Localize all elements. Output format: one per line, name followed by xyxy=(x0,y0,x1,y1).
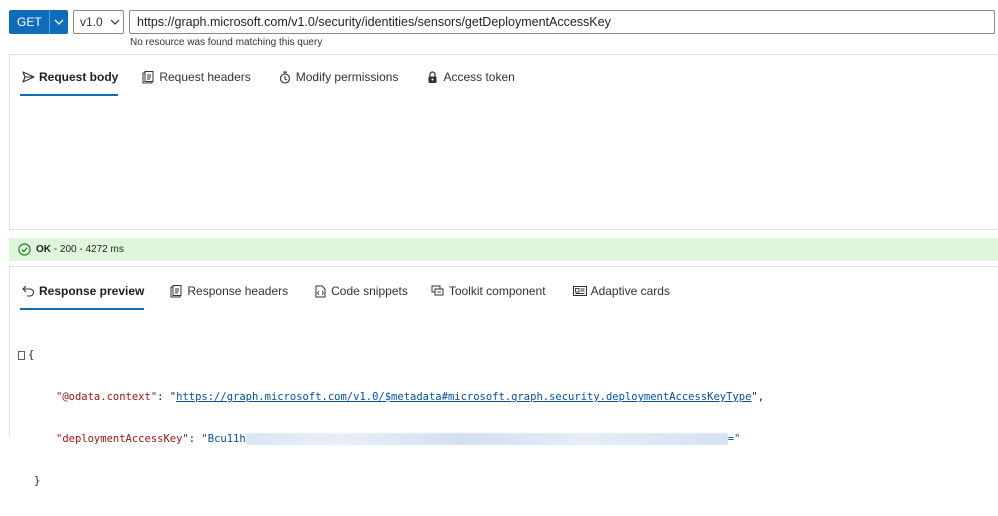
request-panel: Request body Request headers Modify perm… xyxy=(9,54,998,230)
success-check-icon xyxy=(18,243,31,256)
json-value-odata-context[interactable]: https://graph.microsoft.com/v1.0/$metada… xyxy=(176,390,751,404)
card-icon xyxy=(572,284,588,298)
tab-label: Response headers xyxy=(187,284,289,298)
url-hint-text: No resource was found matching this quer… xyxy=(130,37,323,48)
lock-icon xyxy=(424,70,440,84)
fold-toggle[interactable] xyxy=(18,350,25,360)
tab-label: Access token xyxy=(443,70,515,84)
response-panel: Response preview Response headers Code s… xyxy=(9,266,998,487)
tab-label: Toolkit component xyxy=(448,284,546,298)
permissions-icon xyxy=(277,70,293,84)
version-label: v1.0 xyxy=(80,15,103,29)
json-key-deployment-access-key: "deploymentAccessKey" xyxy=(56,433,189,445)
json-value-deployment-access-key-start: "Bcu11h xyxy=(201,433,246,445)
json-close-brace: } xyxy=(34,475,41,487)
json-open-brace: { xyxy=(28,349,35,361)
undo-icon xyxy=(20,284,36,298)
response-tabs: Response preview Response headers Code s… xyxy=(20,282,670,310)
tab-modify-permissions[interactable]: Modify permissions xyxy=(277,68,399,86)
headers-icon xyxy=(168,284,184,298)
tab-response-headers[interactable]: Response headers xyxy=(168,282,288,300)
chevron-down-icon xyxy=(106,19,123,25)
url-input[interactable] xyxy=(129,10,995,34)
status-detail: - 200 - 4272 ms xyxy=(53,244,124,255)
tab-code-snippets[interactable]: Code snippets xyxy=(312,282,408,300)
tab-label: Code snippets xyxy=(331,284,408,298)
request-tabs: Request body Request headers Modify perm… xyxy=(20,68,515,96)
send-icon xyxy=(20,70,36,84)
tab-response-preview[interactable]: Response preview xyxy=(20,282,145,310)
toolkit-icon xyxy=(430,284,446,298)
status-bar: OK - 200 - 4272 ms xyxy=(9,238,998,261)
tab-label: Request headers xyxy=(159,70,251,84)
tab-request-body[interactable]: Request body xyxy=(20,68,119,96)
version-dropdown[interactable]: v1.0 xyxy=(73,10,124,34)
tab-access-token[interactable]: Access token xyxy=(424,68,515,86)
tab-adaptive-cards[interactable]: Adaptive cards xyxy=(572,282,670,300)
http-method-dropdown[interactable]: GET xyxy=(9,10,68,34)
tab-label: Modify permissions xyxy=(295,70,399,84)
tab-label: Response preview xyxy=(39,284,145,298)
http-method-label: GET xyxy=(17,15,42,29)
tab-toolkit-component[interactable]: Toolkit component xyxy=(430,282,546,300)
tab-label: Request body xyxy=(39,70,119,84)
json-value-deployment-access-key-end: =" xyxy=(727,433,741,445)
chevron-down-icon xyxy=(49,10,68,34)
json-key-odata-context: "@odata.context" xyxy=(56,391,158,403)
tab-request-headers[interactable]: Request headers xyxy=(140,68,251,86)
status-code-text: OK xyxy=(36,244,51,255)
headers-icon xyxy=(140,70,156,84)
code-icon xyxy=(312,284,328,298)
response-json-viewer[interactable]: { "@odata.context": " https://graph.micro… xyxy=(18,320,764,516)
tab-label: Adaptive cards xyxy=(590,284,670,298)
